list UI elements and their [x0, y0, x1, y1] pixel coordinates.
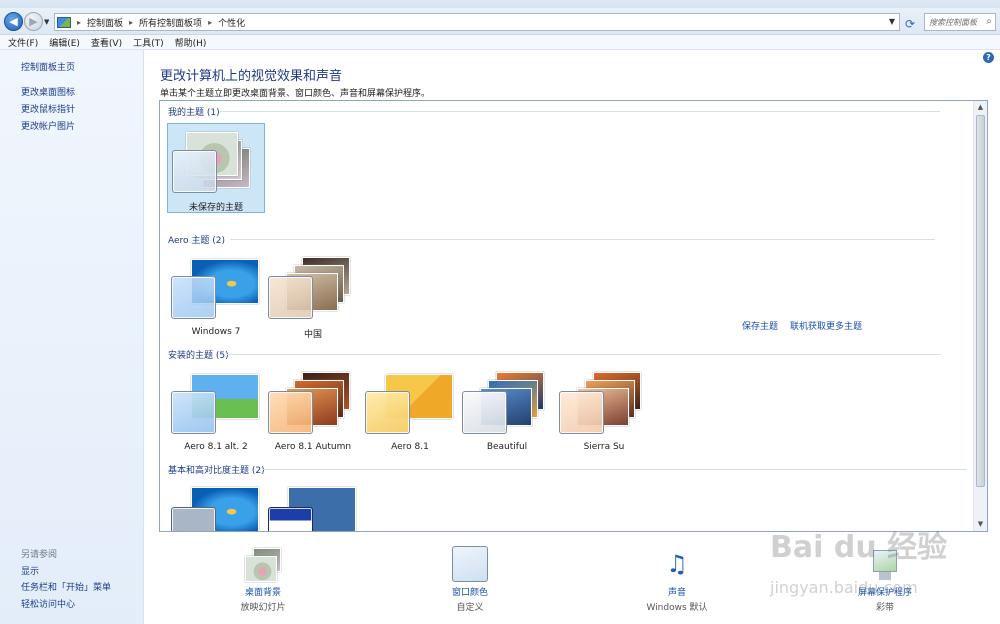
screen-saver-setting[interactable]: 屏幕保护程序 彩带 — [825, 534, 945, 624]
scroll-up-icon[interactable]: ▲ — [974, 101, 987, 114]
theme-beautiful[interactable]: Beautiful — [458, 366, 556, 456]
breadcrumb-separator-icon[interactable]: ▸ — [208, 18, 212, 27]
setting-value: Windows 默认 — [646, 603, 708, 613]
window-color-icon — [452, 546, 488, 582]
window-color-setting[interactable]: 窗口颜色 自定义 — [410, 534, 530, 624]
group-aero-themes: Aero 主题 (2) — [168, 236, 226, 246]
address-toolbar: ◀ ▶ ▼ ▸ 控制面板 ▸ 所有控制面板项 ▸ 个性化 ▼ ⟳ 搜索控制面板 … — [0, 8, 1000, 35]
theme-list-scrollbar[interactable]: ▲ ▼ — [973, 101, 987, 531]
theme-aero-81[interactable]: Aero 8.1 — [361, 366, 459, 456]
theme-label: Beautiful — [486, 442, 528, 452]
group-divider — [226, 354, 941, 355]
group-divider — [220, 111, 940, 112]
screen-saver-icon — [867, 546, 903, 582]
recent-pages-dropdown[interactable]: ▼ — [44, 18, 49, 26]
theme-sierra-su[interactable]: Sierra Su — [555, 366, 653, 456]
breadcrumb-control-panel[interactable]: 控制面板 — [87, 16, 123, 29]
theme-windows-7[interactable]: Windows 7 — [167, 251, 265, 341]
theme-aero-81-alt2[interactable]: Aero 8.1 alt. 2 — [167, 366, 265, 456]
control-panel-icon — [57, 16, 71, 28]
sounds-setting[interactable]: ♫ 声音 Windows 默认 — [617, 534, 737, 624]
theme-windows-7-basic[interactable] — [167, 481, 265, 531]
scroll-down-icon[interactable]: ▼ — [974, 518, 987, 531]
theme-label: 未保存的主题 — [188, 203, 243, 213]
taskbar-start-menu-link[interactable]: 任务栏和「开始」菜单 — [21, 580, 111, 593]
breadcrumb-personalization[interactable]: 个性化 — [218, 16, 245, 29]
save-theme-link[interactable]: 保存主题 — [742, 319, 778, 332]
menu-bar: 文件(F) 编辑(E) 查看(V) 工具(T) 帮助(H) — [0, 35, 1000, 50]
theme-label: Windows 7 — [191, 327, 241, 337]
page-title: 更改计算机上的视觉效果和声音 — [160, 69, 343, 84]
setting-value: 彩带 — [875, 603, 894, 613]
address-dropdown-icon[interactable]: ▼ — [889, 17, 895, 26]
theme-high-contrast[interactable] — [264, 481, 362, 531]
menu-file[interactable]: 文件(F) — [8, 36, 38, 49]
setting-value: 放映幻灯片 — [240, 603, 286, 613]
search-placeholder: 搜索控制面板 — [929, 17, 977, 27]
menu-help[interactable]: 帮助(H) — [175, 36, 207, 49]
back-button[interactable]: ◀ — [4, 12, 23, 31]
theme-settings-bar: 桌面背景 放映幻灯片 窗口颜色 自定义 ♫ 声音 Windows 默认 屏幕保护… — [145, 534, 1000, 624]
theme-aero-81-autumn[interactable]: Aero 8.1 Autumn — [264, 366, 362, 456]
group-installed-themes: 安装的主题 (5) — [168, 351, 229, 361]
breadcrumb-all-items[interactable]: 所有控制面板项 — [139, 16, 202, 29]
display-link[interactable]: 显示 — [21, 564, 39, 577]
sounds-icon: ♫ — [666, 550, 688, 578]
menu-edit[interactable]: 编辑(E) — [49, 36, 80, 49]
window-title-strip — [0, 0, 1000, 8]
group-my-themes: 我的主题 (1) — [168, 108, 220, 118]
theme-unsaved[interactable]: 未保存的主题 — [167, 123, 265, 213]
search-icon[interactable]: ⌕ — [986, 16, 992, 27]
theme-label: Aero 8.1 Autumn — [274, 442, 352, 452]
change-account-picture-link[interactable]: 更改帐户图片 — [21, 119, 75, 132]
setting-label: 桌面背景 — [244, 588, 281, 598]
change-mouse-pointers-link[interactable]: 更改鼠标指针 — [21, 102, 75, 115]
desktop-background-setting[interactable]: 桌面背景 放映幻灯片 — [203, 534, 323, 624]
setting-value: 自定义 — [456, 603, 484, 613]
menu-view[interactable]: 查看(V) — [91, 36, 122, 49]
help-icon[interactable]: ? — [983, 52, 994, 63]
breadcrumb-separator-icon[interactable]: ▸ — [129, 18, 133, 27]
see-also-heading: 另请参阅 — [21, 550, 58, 560]
breadcrumb-separator-icon[interactable]: ▸ — [77, 18, 81, 27]
theme-china[interactable]: 中国 — [264, 251, 362, 341]
menu-tools[interactable]: 工具(T) — [133, 36, 164, 49]
group-divider — [262, 469, 967, 470]
theme-label: Sierra Su — [583, 442, 625, 452]
theme-list: 我的主题 (1) 未保存的主题 保存主题 联机获取更多主题 Aero 主题 (2… — [159, 100, 988, 532]
left-task-pane: 控制面板主页 更改桌面图标 更改鼠标指针 更改帐户图片 另请参阅 显示 任务栏和… — [0, 50, 144, 624]
search-input[interactable]: 搜索控制面板 ⌕ — [924, 13, 996, 31]
address-bar[interactable]: ▸ 控制面板 ▸ 所有控制面板项 ▸ 个性化 ▼ — [54, 13, 900, 31]
forward-button[interactable]: ▶ — [24, 12, 43, 31]
setting-label: 屏幕保护程序 — [857, 588, 912, 598]
change-desktop-icons-link[interactable]: 更改桌面图标 — [21, 85, 75, 98]
theme-label: Aero 8.1 alt. 2 — [184, 442, 248, 452]
scrollbar-thumb[interactable] — [976, 115, 985, 487]
group-basic-themes: 基本和高对比度主题 (2) — [168, 466, 265, 476]
control-panel-home-link[interactable]: 控制面板主页 — [21, 60, 75, 73]
group-divider — [230, 239, 935, 240]
theme-label: 中国 — [303, 330, 322, 340]
ease-of-access-link[interactable]: 轻松访问中心 — [21, 597, 75, 610]
page-subtitle: 单击某个主题立即更改桌面背景、窗口颜色、声音和屏幕保护程序。 — [160, 89, 431, 99]
setting-label: 声音 — [667, 588, 686, 598]
desktop-background-icon — [245, 546, 281, 582]
setting-label: 窗口颜色 — [451, 588, 488, 598]
get-more-themes-link[interactable]: 联机获取更多主题 — [790, 319, 862, 332]
refresh-icon[interactable]: ⟳ — [903, 17, 917, 31]
theme-label: Aero 8.1 — [391, 442, 429, 452]
